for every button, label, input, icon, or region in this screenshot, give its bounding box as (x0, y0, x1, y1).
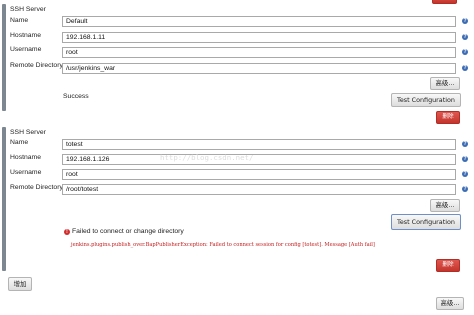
name-field[interactable]: Default (62, 16, 456, 27)
hostname-field[interactable]: 192.168.1.11 (62, 32, 456, 43)
error-title: Failed to connect or change directory (72, 228, 184, 235)
section-title: SSH Server (10, 6, 46, 13)
name-label: Name (10, 17, 29, 24)
watermark: http://blog.csdn.net/ (160, 153, 254, 162)
help-icon[interactable]: ? (462, 18, 468, 24)
advanced-button[interactable]: 高级... (436, 297, 464, 310)
advanced-button[interactable]: 高级... (430, 77, 460, 90)
username-field[interactable]: root (62, 169, 456, 180)
username-field[interactable]: root (62, 47, 456, 58)
test-configuration-button[interactable]: Test Configuration (391, 214, 461, 230)
error-message: jenkins.plugins.publish_over.BapPublishe… (71, 242, 375, 248)
hostname-field[interactable]: 192.168.1.126 (62, 154, 456, 165)
help-icon[interactable]: ? (462, 171, 468, 177)
error-icon: ! (64, 229, 70, 235)
drag-handle-icon[interactable] (2, 127, 6, 271)
help-icon[interactable]: ? (462, 156, 468, 162)
remote-directory-field[interactable]: /usr/jenkins_war (62, 63, 456, 74)
drag-handle-icon[interactable] (2, 4, 6, 111)
success-status: Success (63, 93, 89, 100)
name-field[interactable]: totest (62, 139, 456, 150)
remote-directory-label: Remote Directory (10, 184, 63, 191)
advanced-button[interactable]: 高级... (430, 199, 460, 212)
help-icon[interactable]: ? (462, 34, 468, 40)
top-delete-button-partial[interactable] (432, 0, 457, 4)
username-label: Username (10, 46, 42, 53)
help-icon[interactable]: ? (462, 65, 468, 71)
hostname-label: Hostname (10, 154, 41, 161)
username-label: Username (10, 169, 42, 176)
remote-directory-label: Remote Directory (10, 62, 63, 69)
help-icon[interactable]: ? (462, 49, 468, 55)
hostname-label: Hostname (10, 32, 41, 39)
delete-button[interactable]: 删除 (436, 111, 460, 124)
section-title: SSH Server (10, 129, 46, 136)
delete-button[interactable]: 删除 (436, 259, 460, 272)
name-label: Name (10, 139, 29, 146)
help-icon[interactable]: ? (462, 186, 468, 192)
test-configuration-button[interactable]: Test Configuration (391, 93, 461, 107)
add-button[interactable]: 增加 (8, 277, 32, 291)
help-icon[interactable]: ? (462, 141, 468, 147)
remote-directory-field[interactable]: /root/totest (62, 184, 456, 195)
